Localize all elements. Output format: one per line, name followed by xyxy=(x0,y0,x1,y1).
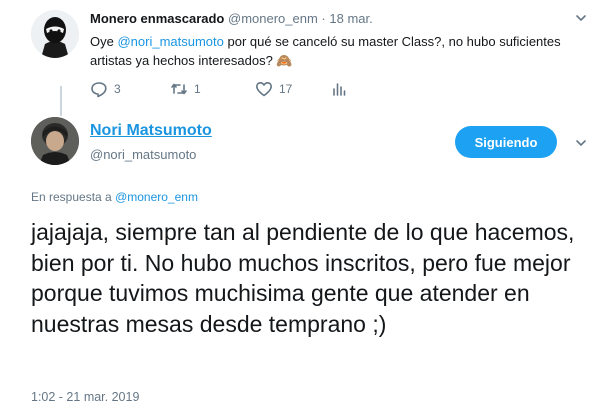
analytics-icon xyxy=(333,83,346,96)
retweet-icon xyxy=(171,83,187,95)
separator-dot: · xyxy=(321,11,326,26)
like-button[interactable]: 17 xyxy=(255,80,292,98)
thread-connector xyxy=(60,86,62,116)
reply-to-link[interactable]: @monero_enm xyxy=(115,190,198,204)
parent-handle[interactable]: @monero_enm xyxy=(228,11,318,26)
retweet-count: 1 xyxy=(194,82,201,96)
reply-context: En respuesta a @monero_enm xyxy=(31,190,198,204)
retweet-button[interactable]: 1 xyxy=(170,80,201,98)
masked-avatar-image xyxy=(31,10,79,58)
analytics-button[interactable] xyxy=(330,80,354,98)
chevron-down-icon[interactable] xyxy=(575,12,587,24)
parent-author-line: Monero enmascarado @monero_enm · 18 mar. xyxy=(90,11,373,26)
main-display-name[interactable]: Nori Matsumoto xyxy=(90,122,212,140)
reply-prefix: En respuesta a xyxy=(31,190,116,204)
parent-tweet-text: Oye @nori_matsumoto por qué se canceló s… xyxy=(90,32,590,70)
following-button[interactable]: Siguiendo xyxy=(455,126,557,158)
chevron-down-icon[interactable] xyxy=(575,137,587,149)
like-count: 17 xyxy=(279,82,293,96)
reply-count: 3 xyxy=(114,82,121,96)
reply-icon xyxy=(91,82,107,98)
heart-icon xyxy=(256,82,272,97)
parent-date[interactable]: 18 mar. xyxy=(329,11,372,26)
reply-button[interactable]: 3 xyxy=(90,80,121,98)
parent-text-start: Oye xyxy=(90,34,118,49)
nori-avatar-image xyxy=(31,117,79,165)
tweet-timestamp[interactable]: 1:02 - 21 mar. 2019 xyxy=(31,390,139,404)
mention-link[interactable]: @nori_matsumoto xyxy=(117,34,223,49)
avatar-nori[interactable] xyxy=(31,117,79,165)
parent-display-name[interactable]: Monero enmascarado xyxy=(90,11,224,26)
avatar-monero[interactable] xyxy=(31,10,79,58)
main-handle[interactable]: @nori_matsumoto xyxy=(90,147,196,162)
main-tweet-text: jajajaja, siempre tan al pendiente de lo… xyxy=(31,219,575,337)
